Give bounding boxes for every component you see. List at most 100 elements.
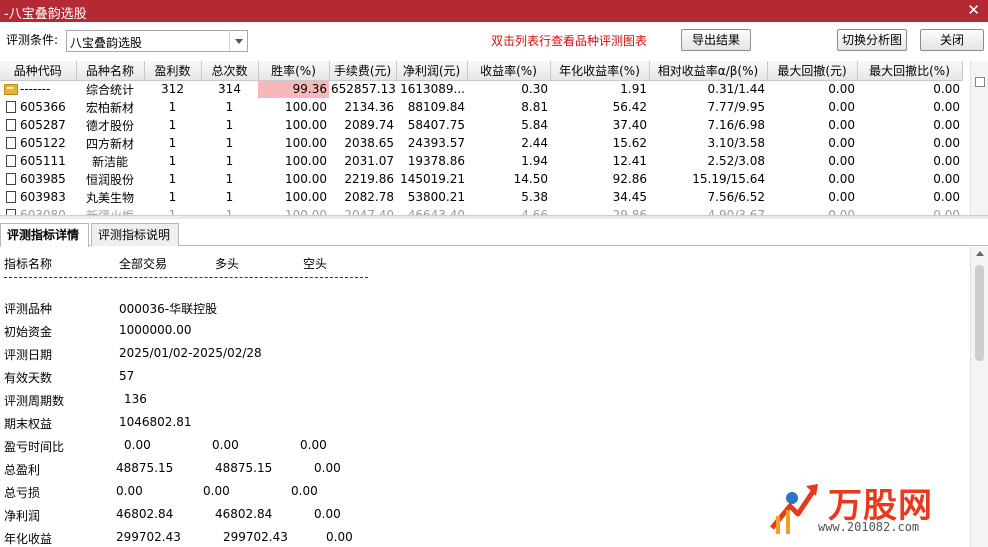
cell-name: 恒润股份 xyxy=(85,172,134,187)
stock-arrow-logo-icon xyxy=(770,484,818,534)
cell-annual-return: 37.40 xyxy=(612,118,647,132)
col-header-fee[interactable]: 手续费(元) xyxy=(329,61,397,81)
cell-wins: 1 xyxy=(168,208,177,215)
cell-fee: 2082.78 xyxy=(344,190,394,204)
checkbox-icon[interactable] xyxy=(975,77,985,87)
document-icon xyxy=(6,137,16,149)
divider xyxy=(4,277,368,278)
col-header-winrate[interactable]: 胜率(%) xyxy=(258,61,330,81)
info-value: 136 xyxy=(124,392,147,406)
cell-net-profit: 53800.21 xyxy=(407,190,465,204)
stat-short: 0.00 xyxy=(300,438,327,452)
col-header-total[interactable]: 总次数 xyxy=(201,61,259,81)
stat-label: 总盈利 xyxy=(4,463,41,477)
table-header-row: 品种代码 品种名称 盈利数 总次数 胜率(%) 手续费(元) 净利润(元) 收益… xyxy=(0,61,963,81)
stat-all: 48875.15 xyxy=(116,461,174,475)
cell-code: ------- xyxy=(0,80,76,98)
detail-header-short: 空头 xyxy=(303,257,328,271)
col-header-annual-return[interactable]: 年化收益率(%) xyxy=(550,61,650,81)
cell-max-drawdown-ratio: 0.00 xyxy=(933,172,960,186)
cell-total: 1 xyxy=(225,190,234,204)
info-value: 1000000.00 xyxy=(119,323,192,337)
window-close-icon[interactable]: ✕ xyxy=(967,1,980,19)
col-header-max-drawdown-ratio[interactable]: 最大回撤比(%) xyxy=(857,61,963,81)
table-row[interactable]: 605366 宏柏新材 1 1 100.00 2134.36 88109.84 … xyxy=(0,98,962,116)
table-row[interactable]: 605111 新洁能 1 1 100.00 2031.07 19378.86 1… xyxy=(0,152,962,170)
condition-select[interactable]: 八宝叠韵选股 xyxy=(66,30,248,52)
cell-alpha-beta: 4.90/3.67 xyxy=(707,208,765,215)
cell-net-profit: 24393.57 xyxy=(407,136,465,150)
table-scrollbar[interactable] xyxy=(970,61,988,215)
detail-header-long: 多头 xyxy=(215,257,240,271)
chevron-down-icon[interactable] xyxy=(229,31,247,51)
cell-wins: 1 xyxy=(168,136,177,150)
tab-metric-explanation[interactable]: 评测指标说明 xyxy=(91,223,179,246)
col-header-net-profit[interactable]: 净利润(元) xyxy=(396,61,468,81)
stat-all: 0.00 xyxy=(116,484,143,498)
double-click-hint: 双击列表行查看品种评测图表 xyxy=(491,34,648,48)
stat-all: 46802.84 xyxy=(116,507,174,521)
stat-label: 净利润 xyxy=(4,509,41,523)
stat-long: 0.00 xyxy=(203,484,230,498)
stat-label: 盈亏时间比 xyxy=(4,440,65,454)
cell-alpha-beta: 0.31/1.44 xyxy=(707,82,765,97)
cell-code: 603080 xyxy=(0,206,76,215)
info-value: 000036-华联控股 xyxy=(119,302,218,316)
cell-winrate: 100.00 xyxy=(285,118,327,132)
cell-annual-return: 56.42 xyxy=(612,100,647,114)
cell-winrate: 99.36 xyxy=(258,80,329,98)
cell-winrate: 100.00 xyxy=(285,100,327,114)
condition-select-value: 八宝叠韵选股 xyxy=(70,36,143,50)
scroll-thumb[interactable] xyxy=(975,265,984,361)
splitter[interactable] xyxy=(0,215,988,219)
cell-alpha-beta: 7.77/9.95 xyxy=(707,100,765,114)
col-header-return[interactable]: 收益率(%) xyxy=(467,61,551,81)
stat-all: 299702.43 xyxy=(116,530,181,544)
cell-wins: 1 xyxy=(168,190,177,204)
cell-max-drawdown: 0.00 xyxy=(828,100,855,114)
cell-winrate: 100.00 xyxy=(285,172,327,186)
cell-annual-return: 92.86 xyxy=(612,172,647,186)
cell-name: 新洁能 xyxy=(91,154,128,169)
cell-alpha-beta: 15.19/15.64 xyxy=(692,172,765,186)
stat-long: 48875.15 xyxy=(215,461,273,475)
document-icon xyxy=(6,191,16,203)
cell-annual-return: 29.86 xyxy=(612,208,647,215)
cell-return: 2.44 xyxy=(521,136,548,150)
cell-net-profit: 46643.40 xyxy=(407,208,465,215)
col-header-name[interactable]: 品种名称 xyxy=(76,61,145,81)
table-row-summary[interactable]: ------- 综合统计 312 314 99.36 652857.13 161… xyxy=(0,80,962,98)
tab-metric-details[interactable]: 评测指标详情 xyxy=(0,223,89,247)
info-value: 57 xyxy=(119,369,135,383)
table-row[interactable]: 605287 德才股份 1 1 100.00 2089.74 58407.75 … xyxy=(0,116,962,134)
toolbar: 评测条件: 八宝叠韵选股 双击列表行查看品种评测图表 导出结果 切换分析图 关闭 xyxy=(0,22,988,60)
cell-alpha-beta: 3.10/3.58 xyxy=(707,136,765,150)
table-row[interactable]: 605122 四方新材 1 1 100.00 2038.65 24393.57 … xyxy=(0,134,962,152)
table-row[interactable]: 603985 恒润股份 1 1 100.00 2219.86 145019.21… xyxy=(0,170,962,188)
cell-net-profit: 58407.75 xyxy=(407,118,465,132)
switch-chart-button[interactable]: 切换分析图 xyxy=(837,29,907,51)
cell-wins: 1 xyxy=(168,154,177,168)
close-button[interactable]: 关闭 xyxy=(920,29,984,51)
cell-alpha-beta: 2.52/3.08 xyxy=(707,154,765,168)
detail-scrollbar[interactable] xyxy=(970,247,988,547)
cell-total: 1 xyxy=(225,172,234,186)
stat-short: 0.00 xyxy=(326,530,353,544)
stat-long: 46802.84 xyxy=(215,507,273,521)
col-header-alpha-beta[interactable]: 相对收益率α/β(%) xyxy=(649,61,768,81)
cell-code: 603985 xyxy=(0,170,76,188)
cell-winrate: 100.00 xyxy=(285,208,327,215)
table-row[interactable]: 603080 新疆火炬 1 1 100.00 2047.40 46643.40 … xyxy=(0,206,962,215)
stat-long: 0.00 xyxy=(212,438,239,452)
scroll-up-icon[interactable] xyxy=(976,251,984,256)
cell-name: 综合统计 xyxy=(85,82,134,97)
cell-return: 5.38 xyxy=(521,190,548,204)
col-header-max-drawdown[interactable]: 最大回撤(元) xyxy=(767,61,858,81)
cell-fee: 2089.74 xyxy=(344,118,394,132)
export-results-button[interactable]: 导出结果 xyxy=(681,29,751,51)
col-header-wins[interactable]: 盈利数 xyxy=(144,61,202,81)
cell-max-drawdown-ratio: 0.00 xyxy=(933,136,960,150)
col-header-code[interactable]: 品种代码 xyxy=(0,61,77,81)
detail-header-name: 指标名称 xyxy=(4,257,53,271)
table-row[interactable]: 603983 丸美生物 1 1 100.00 2082.78 53800.21 … xyxy=(0,188,962,206)
